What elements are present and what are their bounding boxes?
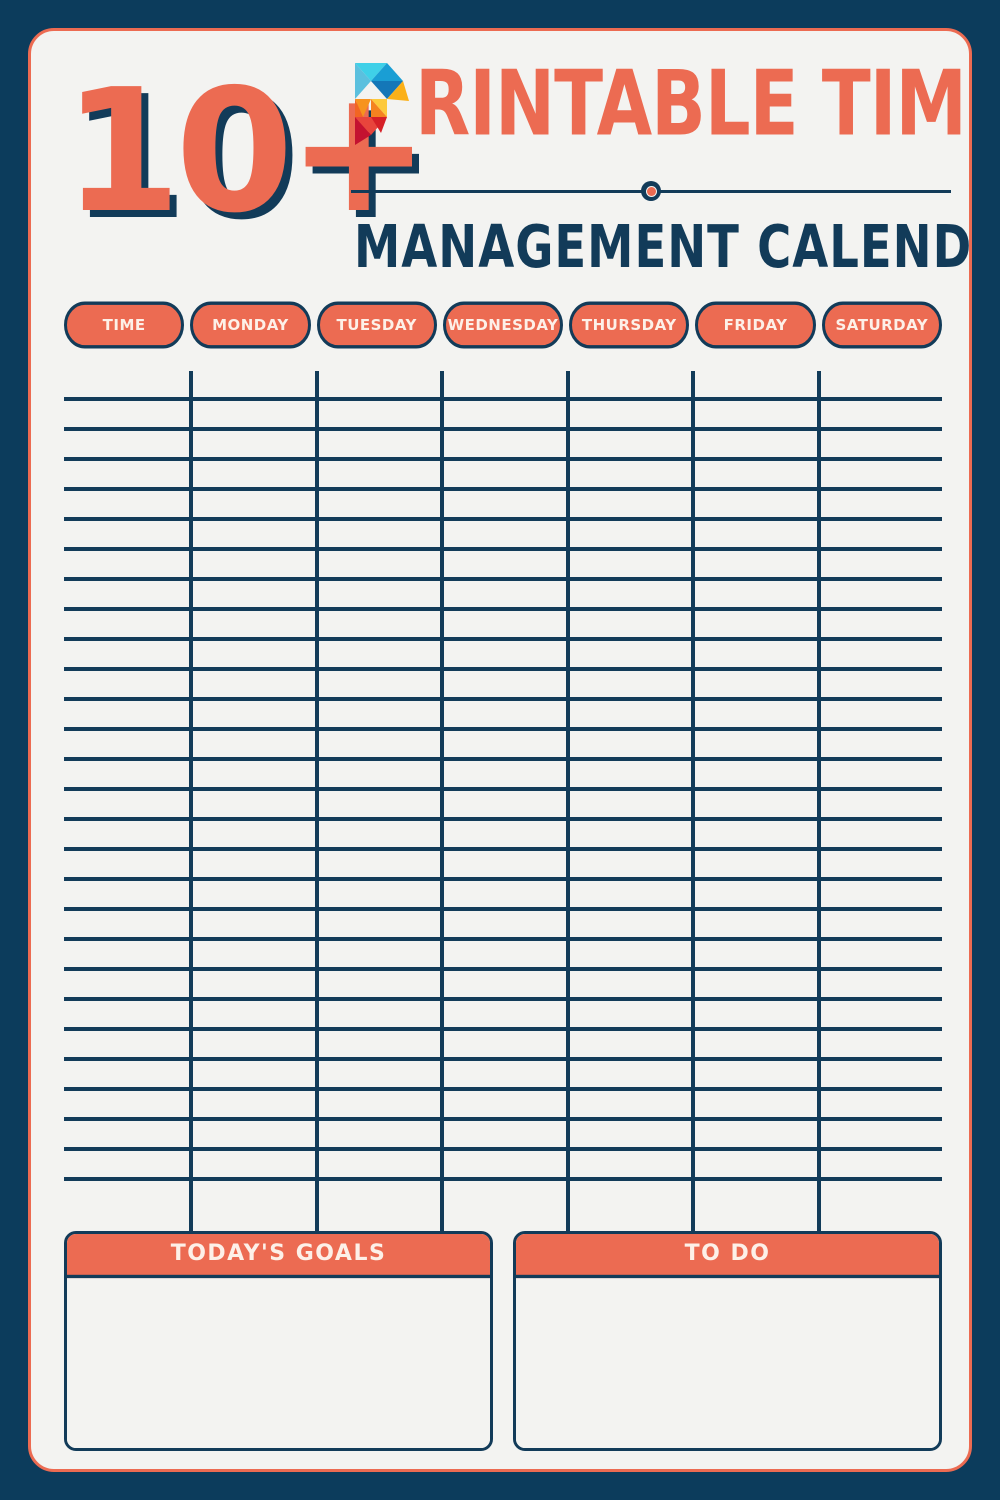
grid-row-line[interactable]: [64, 1177, 942, 1181]
column-header-pill-wednesday[interactable]: WEDNESDAY: [442, 301, 564, 349]
footer-box-title-label: TO DO: [684, 1240, 771, 1266]
grid-row-line[interactable]: [64, 877, 942, 881]
page-subtitle: MANAGEMENT CALENDAR: [354, 213, 972, 282]
grid-row-line[interactable]: [64, 547, 942, 551]
grid-row-line[interactable]: [64, 817, 942, 821]
footer-box-today-s-goals: TODAY'S GOALS: [64, 1231, 493, 1451]
title-row: RINTABLE TIME: [351, 53, 969, 165]
grid-column-divider: [566, 371, 570, 1233]
footer-boxes: TODAY'S GOALS TO DO: [64, 1231, 942, 1451]
grid-row-line[interactable]: [64, 697, 942, 701]
grid-row-line[interactable]: [64, 1147, 942, 1151]
grid-row-line[interactable]: [64, 667, 942, 671]
grid-row-line[interactable]: [64, 607, 942, 611]
column-header-pill-tuesday[interactable]: TUESDAY: [316, 301, 437, 349]
grid-row-line[interactable]: [64, 1087, 942, 1091]
grid-row-line[interactable]: [64, 967, 942, 971]
footer-box-to-do: TO DO: [513, 1231, 942, 1451]
column-header-label: SATURDAY: [835, 315, 929, 335]
title-divider: [351, 181, 951, 201]
grid-row-line[interactable]: [64, 757, 942, 761]
column-header-label: THURSDAY: [581, 315, 677, 335]
grid-row-line[interactable]: [64, 577, 942, 581]
footer-box-writing-area[interactable]: [67, 1276, 490, 1448]
grid-row-line[interactable]: [64, 517, 942, 521]
footer-box-title: TO DO: [516, 1234, 939, 1279]
column-header-label: TUESDAY: [336, 315, 417, 335]
column-header-row: TIME MONDAY TUESDAY WEDNESDAY THURSDAY FRIDAY…: [64, 301, 942, 349]
footer-box-title: TODAY'S GOALS: [67, 1234, 490, 1279]
printabletimes-pinwheel-logo-icon: [355, 63, 409, 145]
grid-row-line[interactable]: [64, 847, 942, 851]
grid-column-divider: [817, 371, 821, 1233]
grid-row-line[interactable]: [64, 1027, 942, 1031]
column-header-label: MONDAY: [212, 315, 289, 335]
column-header-pill-time[interactable]: TIME: [64, 301, 185, 349]
grid-row-line[interactable]: [64, 727, 942, 731]
grid-row-line[interactable]: [64, 1057, 942, 1061]
grid-row-line[interactable]: [64, 427, 942, 431]
column-header-label: TIME: [102, 315, 146, 335]
grid-row-line[interactable]: [64, 997, 942, 1001]
column-header-label: WEDNESDAY: [447, 315, 559, 335]
page-header: 10+ RINTABLE TIME MANAGEMENT CALEND: [31, 31, 969, 282]
grid-column-divider: [440, 371, 444, 1233]
grid-column-divider: [691, 371, 695, 1233]
column-header-pill-monday[interactable]: MONDAY: [190, 301, 311, 349]
grid-column-divider: [315, 371, 319, 1233]
grid-row-line[interactable]: [64, 907, 942, 911]
grid-row-line[interactable]: [64, 787, 942, 791]
grid-row-line[interactable]: [64, 457, 942, 461]
footer-box-writing-area[interactable]: [516, 1276, 939, 1448]
grid-row-line[interactable]: [64, 1117, 942, 1121]
grid-row-line[interactable]: [64, 397, 942, 401]
grid-row-line[interactable]: [64, 937, 942, 941]
column-header-label: FRIDAY: [723, 315, 788, 335]
column-header-pill-thursday[interactable]: THURSDAY: [569, 301, 690, 349]
grid-column-divider: [189, 371, 193, 1233]
divider-dot-inner: [645, 185, 657, 197]
column-header-pill-friday[interactable]: FRIDAY: [695, 301, 816, 349]
divider-dot-core: [646, 186, 656, 196]
grid-row-line[interactable]: [64, 487, 942, 491]
divider-dot-icon: [641, 181, 661, 201]
calendar-grid: [64, 371, 942, 1233]
column-header-pill-saturday[interactable]: SATURDAY: [821, 301, 942, 349]
printable-calendar-card: 10+ RINTABLE TIME MANAGEMENT CALEND TIME…: [28, 28, 972, 1472]
title-block: RINTABLE TIME MANAGEMENT CALENDAR: [351, 53, 969, 282]
page-title: RINTABLE TIME: [415, 51, 972, 157]
grid-row-line[interactable]: [64, 637, 942, 641]
footer-box-title-label: TODAY'S GOALS: [170, 1240, 387, 1266]
